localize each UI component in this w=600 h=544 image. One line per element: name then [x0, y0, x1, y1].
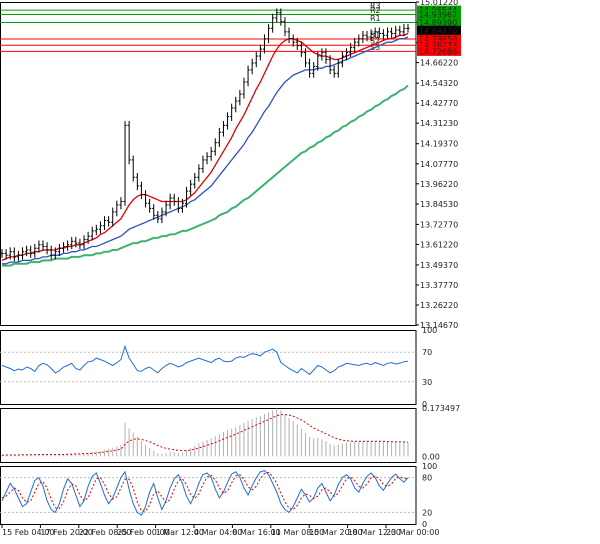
- stoch-y-tick-label: 100: [422, 462, 437, 471]
- main-y-tick-label: 13.37770: [420, 281, 458, 290]
- main-y-tick-label: 14.66220: [420, 59, 458, 68]
- rsi-y-tick-label: 30: [422, 378, 432, 387]
- rsi-y-tick-label: 70: [422, 348, 432, 357]
- level-price-s3: 14.72696: [419, 47, 457, 56]
- main-y-tick-label: 14.07770: [420, 160, 458, 169]
- main-y-tick-label: 14.19370: [420, 140, 458, 149]
- main-y-tick-label: 13.26220: [420, 301, 458, 310]
- panel-stoch: [0, 466, 417, 525]
- main-y-tick-label: 14.31230: [420, 119, 458, 128]
- macd-y-tick-label: 0.00: [422, 452, 440, 461]
- main-y-tick-label: 13.84530: [420, 200, 458, 209]
- main-y-tick-label: 13.49370: [420, 261, 458, 270]
- main-y-tick-label: 14.54320: [420, 79, 458, 88]
- main-y-tick-label: 13.61220: [420, 240, 458, 249]
- stoch-y-tick-label: 80: [422, 474, 432, 483]
- main-y-tick-label: 13.72770: [420, 220, 458, 229]
- forex-chart: 15.0122014.8951014.7770014.6622014.54320…: [0, 0, 600, 540]
- stoch-y-tick-label: 20: [422, 508, 432, 517]
- x-tick-label: 23 Mar 00:00: [386, 528, 439, 537]
- main-y-tick-label: 13.96220: [420, 180, 458, 189]
- main-y-tick-label: 14.42770: [420, 99, 458, 108]
- level-label-r1: R1: [370, 14, 381, 23]
- rsi-y-tick-label: 100: [422, 326, 437, 335]
- current-price-label: 14.84870: [419, 26, 457, 35]
- chart-svg: 15.0122014.8951014.7770014.6622014.54320…: [0, 0, 461, 537]
- macd-y-tick-label: 0.173497: [422, 404, 460, 413]
